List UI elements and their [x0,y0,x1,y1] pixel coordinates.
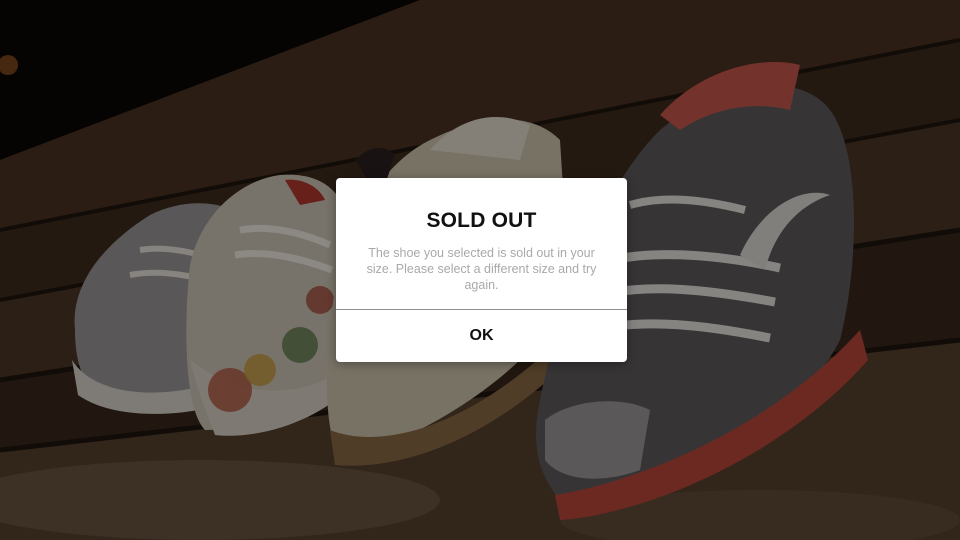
sold-out-screen: SOLD OUT The shoe you selected is sold o… [0,0,960,540]
ok-button[interactable]: OK [336,310,627,362]
dialog-message: The shoe you selected is sold out in you… [366,246,597,292]
sold-out-dialog: SOLD OUT The shoe you selected is sold o… [336,178,627,362]
dialog-title: SOLD OUT [426,209,537,232]
